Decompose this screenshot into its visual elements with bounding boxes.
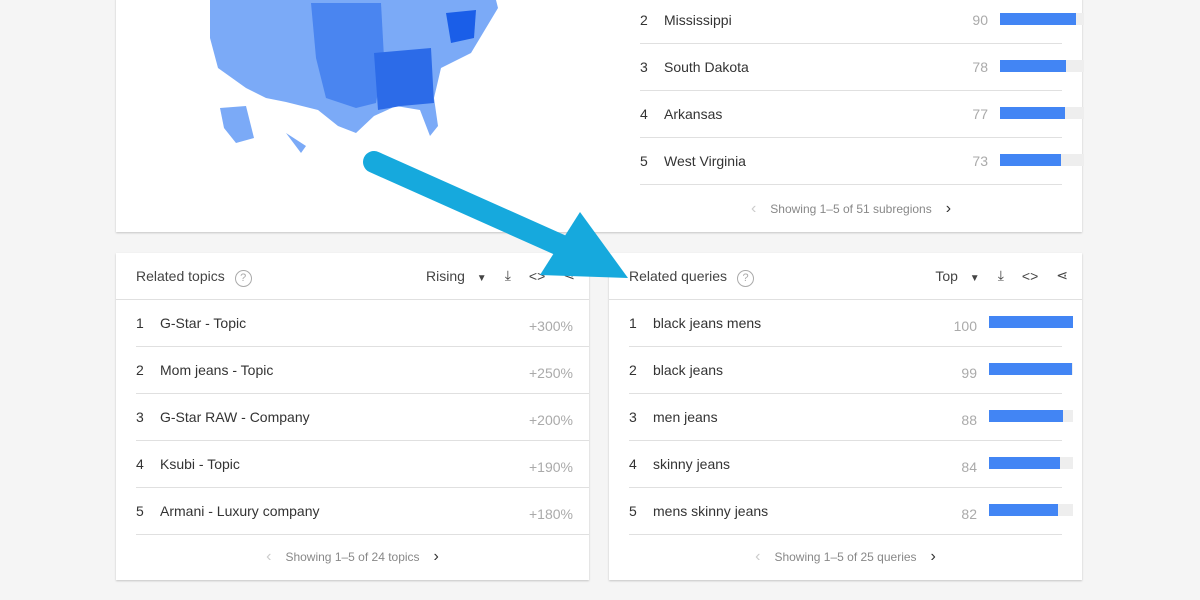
list-item[interactable]: 4 Ksubi - Topic +190%: [136, 440, 589, 488]
queries-pagination: ‹ Showing 1–5 of 25 queries ›: [609, 534, 1082, 580]
rank: 1: [629, 315, 637, 331]
item-value: +200%: [529, 412, 573, 428]
help-icon[interactable]: ?: [737, 270, 755, 287]
item-name: Mom jeans - Topic: [160, 362, 274, 378]
rank: 5: [136, 503, 144, 519]
item-value: 90: [972, 12, 988, 28]
prev-page-icon[interactable]: ‹: [755, 548, 760, 565]
pagination-text: Showing 1–5 of 24 topics: [285, 550, 420, 564]
list-item[interactable]: 4 skinny jeans 84: [629, 440, 1073, 488]
item-value: 100: [953, 318, 977, 334]
value-bar: [1000, 13, 1084, 25]
list-item[interactable]: 5 mens skinny jeans 82: [629, 487, 1073, 535]
related-queries-card: Related queries? Top ▼ ⤓ <> ⋖ 1 black jeans …: [609, 253, 1082, 580]
item-name: Armani - Luxury company: [160, 503, 320, 519]
rank: 4: [629, 456, 637, 472]
interest-by-subregion-card: 2 Mississippi 90 3 South Dakota 78 4 Arkansas 77…: [116, 0, 1084, 232]
rank: 4: [640, 106, 648, 122]
next-page-icon[interactable]: ›: [434, 548, 439, 565]
pagination-text: Showing 1–5 of 25 queries: [774, 550, 917, 564]
item-value: 73: [972, 153, 988, 169]
value-bar: [989, 410, 1073, 422]
share-icon[interactable]: ⋖: [563, 267, 575, 284]
list-item[interactable]: 3 men jeans 88: [629, 393, 1073, 441]
list-item[interactable]: 3 South Dakota 78: [640, 43, 1084, 91]
item-name: skinny jeans: [653, 456, 731, 472]
share-icon[interactable]: ⋖: [1056, 267, 1068, 284]
value-bar: [989, 316, 1073, 328]
subregion-pagination: ‹ Showing 1–5 of 51 subregions ›: [620, 186, 1082, 232]
list-item[interactable]: 3 G-Star RAW - Company +200%: [136, 393, 589, 441]
item-value: 78: [972, 59, 988, 75]
download-icon[interactable]: ⤓: [998, 267, 1004, 284]
value-bar: [1000, 107, 1084, 119]
embed-icon[interactable]: <>: [529, 268, 545, 284]
next-page-icon[interactable]: ›: [946, 200, 951, 217]
item-value: +300%: [529, 318, 573, 334]
list-item[interactable]: 1 G-Star - Topic +300%: [136, 299, 589, 347]
value-bar: [989, 457, 1073, 469]
prev-page-icon[interactable]: ‹: [266, 548, 271, 565]
item-name: South Dakota: [664, 59, 749, 75]
value-bar: [989, 504, 1073, 516]
card-title: Related topics: [136, 268, 225, 284]
filter-dropdown[interactable]: Top ▼: [935, 268, 979, 284]
item-value: 77: [972, 106, 988, 122]
related-topics-card: Related topics? Rising ▼ ⤓ <> ⋖ 1 G-Star - T…: [116, 253, 589, 580]
item-name: G-Star - Topic: [160, 315, 247, 331]
item-name: mens skinny jeans: [653, 503, 769, 519]
list-item[interactable]: 2 Mississippi 90: [640, 0, 1084, 44]
item-value: +190%: [529, 459, 573, 475]
value-bar: [989, 363, 1073, 375]
item-name: black jeans mens: [653, 315, 762, 331]
rank: 5: [629, 503, 637, 519]
rank: 2: [136, 362, 144, 378]
item-value: 99: [961, 365, 977, 381]
list-item[interactable]: 2 Mom jeans - Topic +250%: [136, 346, 589, 394]
topics-pagination: ‹ Showing 1–5 of 24 topics ›: [116, 534, 589, 580]
prev-page-icon[interactable]: ‹: [751, 200, 756, 217]
list-item[interactable]: 5 Armani - Luxury company +180%: [136, 487, 589, 535]
help-icon[interactable]: ?: [234, 270, 252, 287]
card-title: Related queries: [629, 268, 728, 284]
rank: 1: [136, 315, 144, 331]
item-value: 88: [961, 412, 977, 428]
rank: 2: [629, 362, 637, 378]
next-page-icon[interactable]: ›: [931, 548, 936, 565]
list-item[interactable]: 1 black jeans mens 100: [629, 299, 1073, 347]
download-icon[interactable]: ⤓: [505, 267, 511, 284]
rank: 3: [640, 59, 648, 75]
pagination-text: Showing 1–5 of 51 subregions: [770, 202, 932, 216]
rank: 5: [640, 153, 648, 169]
item-value: +250%: [529, 365, 573, 381]
item-value: 84: [961, 459, 977, 475]
item-name: Arkansas: [664, 106, 723, 122]
list-item[interactable]: 5 West Virginia 73: [640, 137, 1084, 185]
rank: 2: [640, 12, 648, 28]
list-item[interactable]: 2 black jeans 99: [629, 346, 1073, 394]
item-name: West Virginia: [664, 153, 746, 169]
rank: 3: [629, 409, 637, 425]
value-bar: [1000, 154, 1084, 166]
item-name: black jeans: [653, 362, 724, 378]
item-name: Ksubi - Topic: [160, 456, 240, 472]
embed-icon[interactable]: <>: [1022, 268, 1038, 284]
rank: 3: [136, 409, 144, 425]
filter-dropdown[interactable]: Rising ▼: [426, 268, 487, 284]
list-item[interactable]: 4 Arkansas 77: [640, 90, 1084, 138]
value-bar: [1000, 60, 1084, 72]
item-name: G-Star RAW - Company: [160, 409, 310, 425]
subregion-list: 2 Mississippi 90 3 South Dakota 78 4 Arkansas 77…: [620, 0, 1084, 186]
item-value: +180%: [529, 506, 573, 522]
item-name: men jeans: [653, 409, 718, 425]
rank: 4: [136, 456, 144, 472]
item-name: Mississippi: [664, 12, 732, 28]
item-value: 82: [961, 506, 977, 522]
us-map[interactable]: [206, 0, 526, 158]
